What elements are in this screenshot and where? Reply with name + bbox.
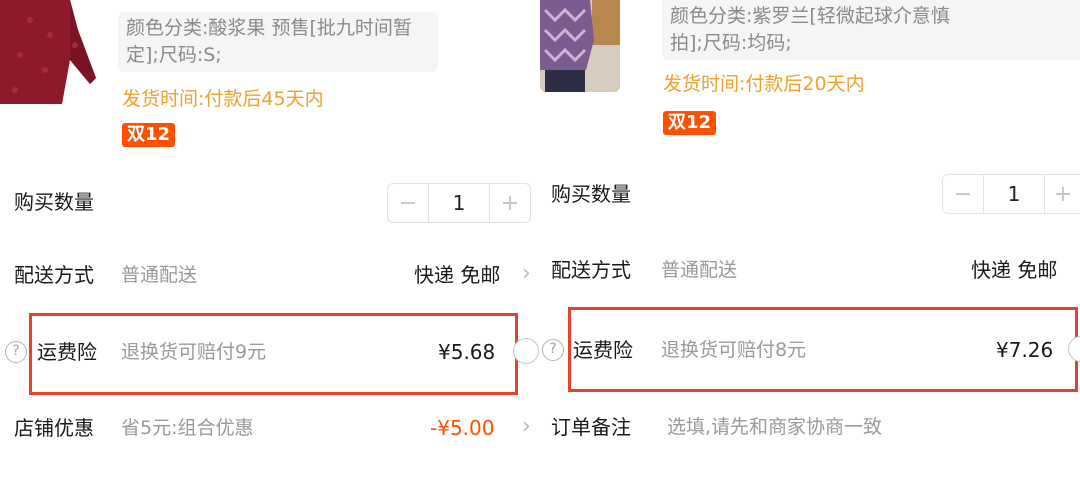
discount-label: 店铺优惠 bbox=[14, 416, 94, 440]
ship-time: 发货时间:付款后20天内 bbox=[663, 73, 865, 95]
chevron-right-icon[interactable]: › bbox=[522, 413, 531, 441]
delivery-label: 配送方式 bbox=[14, 263, 94, 287]
minus-button[interactable]: − bbox=[943, 175, 983, 213]
delivery-value[interactable]: 快递 免邮 bbox=[971, 256, 1057, 284]
variant-info[interactable]: 颜色分类:紫罗兰[轻微起球介意慎 拍];尺码:均码; bbox=[662, 0, 1080, 60]
variant-info[interactable]: 颜色分类:酸浆果 预售[批九时间暂 定];尺码:S; bbox=[118, 12, 438, 72]
delivery-value[interactable]: 快递 免邮 bbox=[414, 261, 500, 289]
plus-button[interactable]: + bbox=[1045, 175, 1080, 213]
plus-button[interactable]: + bbox=[490, 184, 530, 222]
left-order-panel: 颜色分类:酸浆果 预售[批九时间暂 定];尺码:S; 发货时间:付款后45天内 … bbox=[0, 0, 540, 483]
product-image-sweater[interactable] bbox=[540, 0, 620, 92]
discount-desc: 省5元:组合优惠 bbox=[121, 417, 254, 439]
order-note-label: 订单备注 bbox=[551, 415, 631, 439]
insurance-desc: 退换货可赔付9元 bbox=[121, 341, 267, 363]
quantity-value[interactable]: 1 bbox=[428, 184, 490, 222]
chevron-right-icon[interactable]: › bbox=[522, 260, 531, 288]
insurance-desc: 退换货可赔付8元 bbox=[661, 339, 807, 361]
double12-badge: 双12 bbox=[122, 123, 176, 147]
insurance-price: ¥7.26 bbox=[996, 338, 1054, 362]
variant-line-2: 拍];尺码:均码; bbox=[670, 32, 792, 54]
insurance-label: 运费险 bbox=[573, 338, 633, 362]
quantity-stepper[interactable]: − 1 + bbox=[942, 174, 1080, 214]
quantity-label: 购买数量 bbox=[551, 182, 631, 206]
help-icon[interactable]: ? bbox=[542, 339, 564, 361]
variant-line-2: 定];尺码:S; bbox=[126, 44, 222, 66]
help-icon[interactable]: ? bbox=[5, 341, 27, 363]
quantity-stepper[interactable]: − 1 + bbox=[387, 183, 531, 223]
variant-line-1: 颜色分类:紫罗兰[轻微起球介意慎 bbox=[670, 5, 950, 27]
delivery-method: 普通配送 bbox=[121, 264, 198, 286]
delivery-method: 普通配送 bbox=[661, 259, 738, 281]
quantity-value[interactable]: 1 bbox=[983, 175, 1045, 213]
minus-button[interactable]: − bbox=[388, 184, 428, 222]
variant-line-1: 颜色分类:酸浆果 预售[批九时间暂 bbox=[126, 17, 412, 39]
product-image-sweater[interactable] bbox=[0, 0, 100, 104]
insurance-price: ¥5.68 bbox=[438, 340, 496, 364]
delivery-label: 配送方式 bbox=[551, 258, 631, 282]
insurance-label: 运费险 bbox=[37, 340, 97, 364]
double12-badge: 双12 bbox=[663, 111, 717, 135]
discount-value[interactable]: -¥5.00 bbox=[430, 414, 494, 442]
ship-time: 发货时间:付款后45天内 bbox=[122, 88, 324, 110]
insurance-checkbox[interactable] bbox=[513, 338, 539, 364]
right-order-panel: × 颜色分类:紫罗兰[轻微起球介意慎 拍];尺码:均码; 发货时间:付款后20天… bbox=[540, 0, 1080, 483]
quantity-label: 购买数量 bbox=[14, 190, 94, 214]
order-note-input[interactable]: 选填,请先和商家协商一致 bbox=[667, 413, 882, 441]
